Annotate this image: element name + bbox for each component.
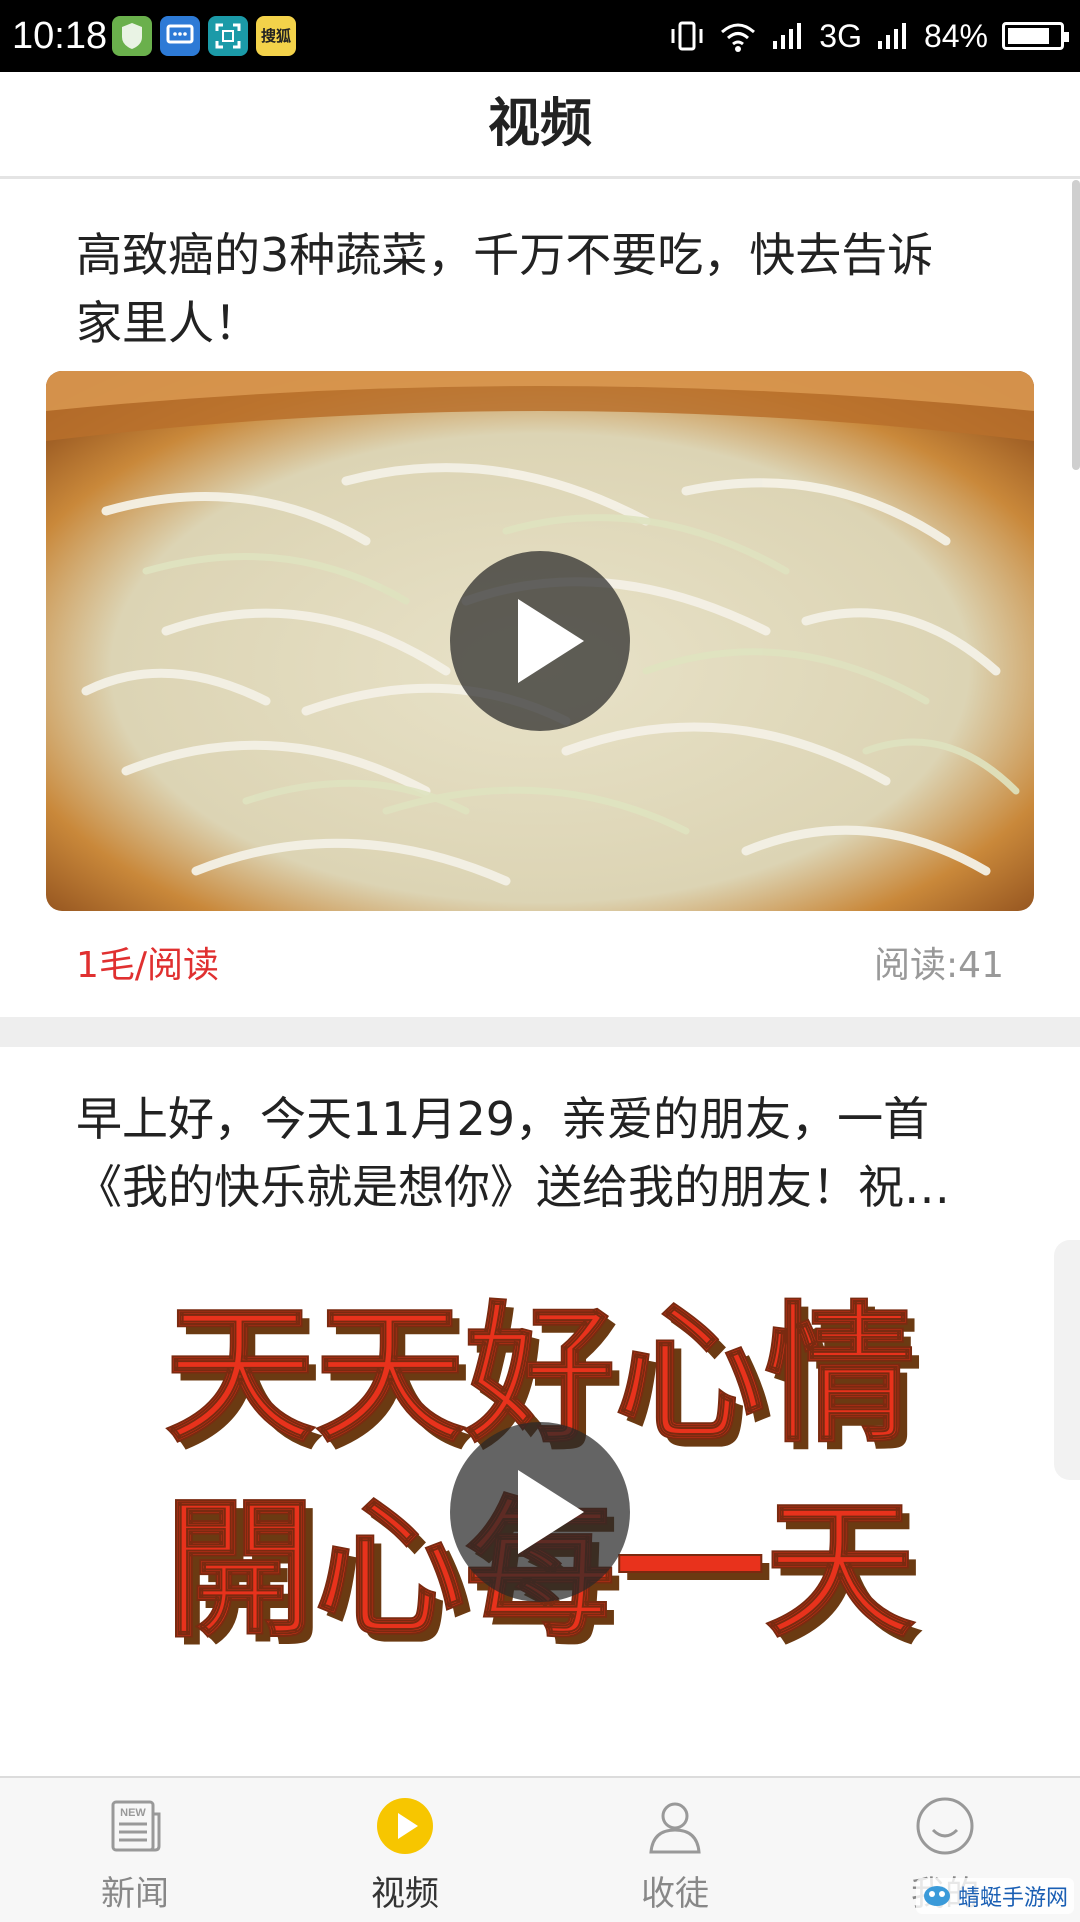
wifi-icon [721, 23, 756, 52]
read-count: 阅读:41 [874, 945, 1004, 986]
play-button[interactable] [450, 551, 630, 731]
svg-text:NEW: NEW [120, 1807, 146, 1819]
battery-percent: 84% [923, 17, 988, 54]
play-button[interactable] [450, 1422, 630, 1602]
title-bar: 视频 [0, 72, 1080, 179]
reward-rate: 1毛/阅读 [76, 945, 220, 986]
vibrate-icon [671, 21, 703, 51]
video-title[interactable]: 高致癌的3种蔬菜，千万不要吃，快去告诉家里人！ [76, 221, 970, 357]
page-title: 视频 [487, 94, 592, 154]
signal-icon-2 [877, 23, 906, 49]
newspaper-icon: NEW [111, 1800, 161, 1852]
nav-item-video[interactable]: 视频 [270, 1778, 540, 1922]
message-app-icon [160, 16, 200, 56]
nav-item-apprentice[interactable]: 收徒 [540, 1778, 810, 1922]
video-title[interactable]: 早上好，今天11月29，亲爱的朋友，一首《我的快乐就是想你》送给我的朋友！祝… [76, 1085, 970, 1221]
dragonfly-logo-icon [923, 1886, 950, 1906]
watermark: 蜻蜓手游网 [915, 1878, 1074, 1914]
sohu-app-icon: 搜狐 [256, 16, 296, 56]
network-type: 3G [819, 17, 862, 54]
status-time: 10:18 [12, 15, 108, 57]
smiley-icon [916, 1797, 974, 1855]
video-card[interactable]: 早上好，今天11月29，亲爱的朋友，一首《我的快乐就是想你》送给我的朋友！祝… … [0, 1047, 1080, 1776]
battery-fill [1008, 28, 1050, 44]
scan-app-icon [208, 16, 248, 56]
play-circle-icon [377, 1798, 433, 1854]
floating-edge-handle[interactable] [1054, 1240, 1080, 1480]
status-bar: 10:18 搜狐 3G 84% [0, 0, 1080, 72]
status-indicators: 3G 84% [669, 10, 1069, 62]
nav-label: 视频 [371, 1874, 439, 1914]
signal-icon [773, 23, 802, 49]
nav-label: 新闻 [101, 1874, 169, 1914]
person-icon [649, 1802, 701, 1854]
battery-icon [1002, 22, 1069, 50]
nav-item-news[interactable]: NEW 新闻 [0, 1778, 270, 1922]
video-card[interactable]: 高致癌的3种蔬菜，千万不要吃，快去告诉家里人！ 1毛/阅读 阅读:41 [0, 179, 1080, 1017]
watermark-text: 蜻蜓手游网 [957, 1885, 1068, 1910]
card-separator [0, 1017, 1080, 1047]
shield-app-icon [112, 16, 152, 56]
nav-label: 收徒 [641, 1874, 709, 1914]
video-thumbnail[interactable] [46, 371, 1034, 911]
scrollbar[interactable] [1072, 180, 1080, 470]
video-thumbnail[interactable]: 天天好心情 天天好心情 開心每一天 開心每一天 [46, 1222, 1034, 1742]
